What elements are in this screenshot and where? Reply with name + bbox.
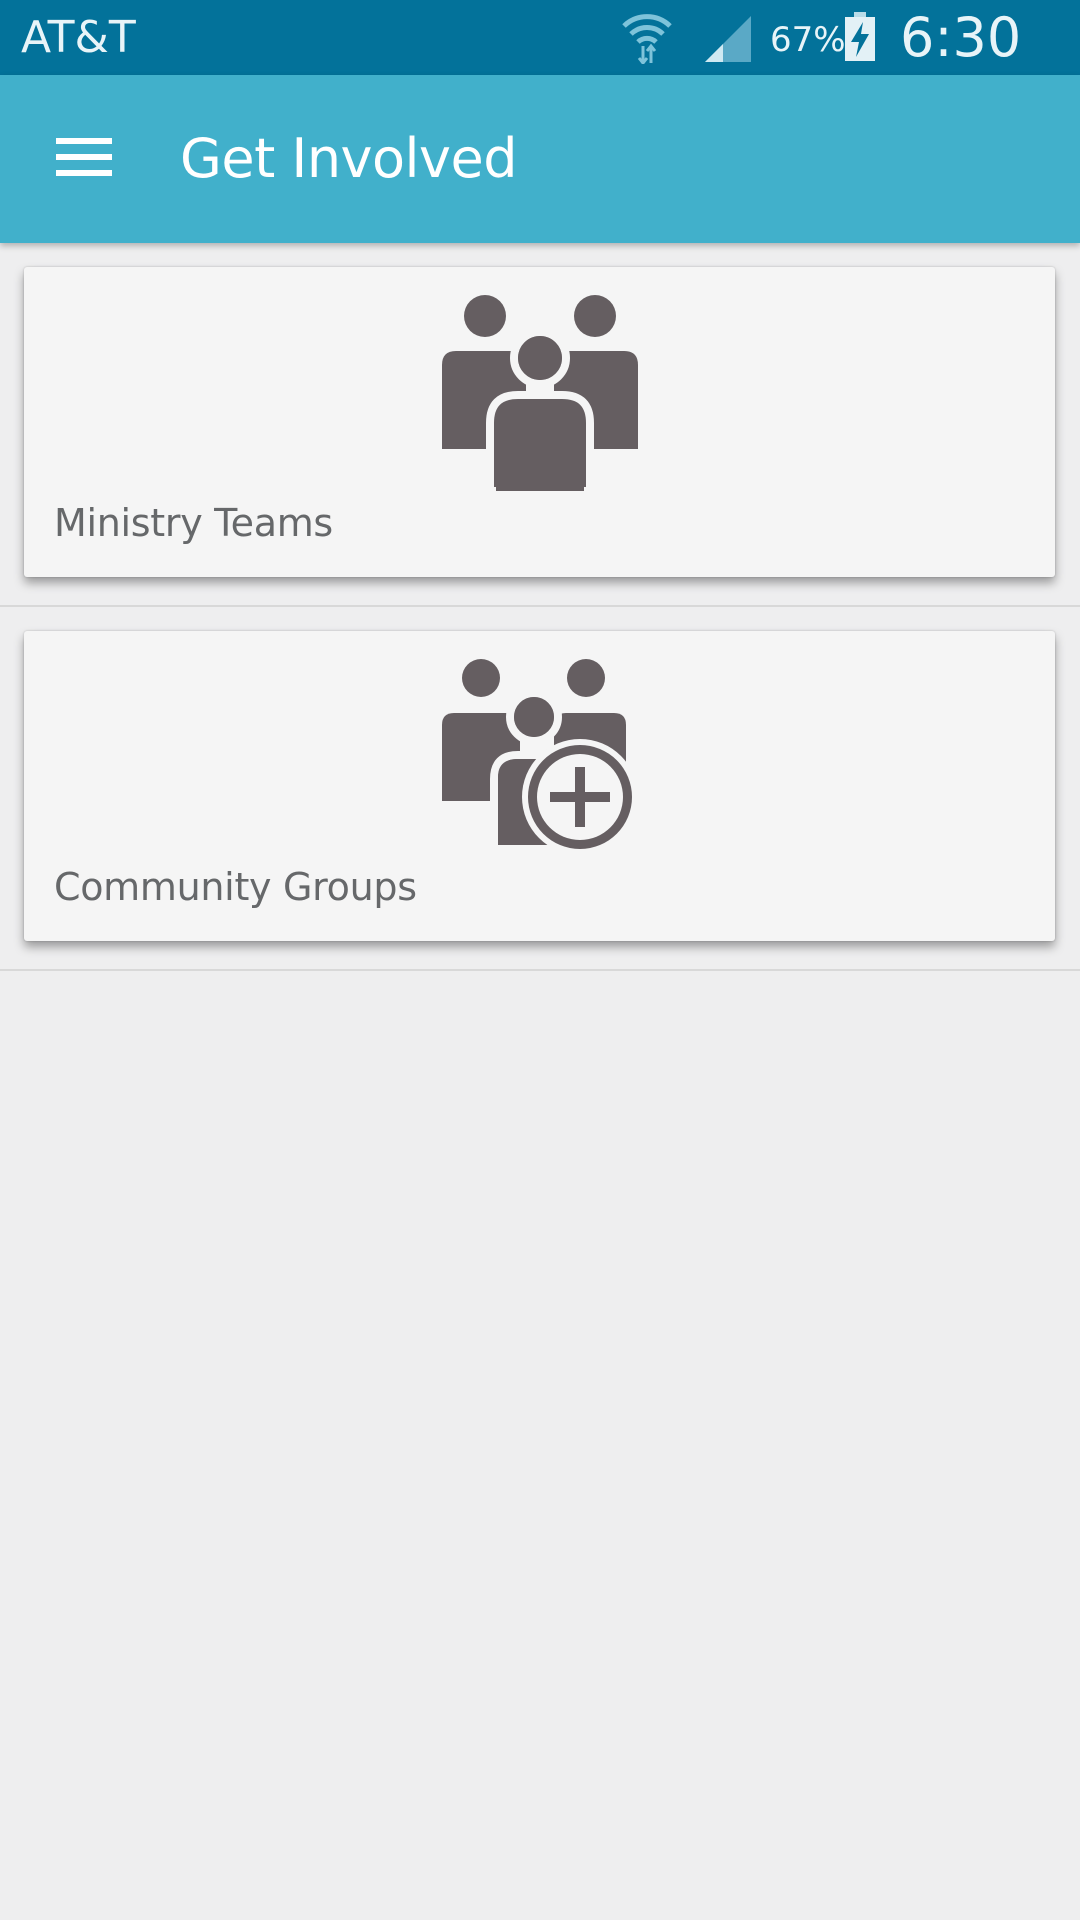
app-bar: Get Involved bbox=[0, 75, 1080, 243]
community-groups-card[interactable]: Community Groups bbox=[24, 631, 1055, 941]
page-title: Get Involved bbox=[180, 127, 518, 190]
menu-line bbox=[56, 170, 112, 176]
group-people-icon bbox=[442, 295, 638, 491]
ministry-teams-card[interactable]: Ministry Teams bbox=[24, 267, 1055, 577]
status-icons: 67% 6:30 PM bbox=[560, 0, 1080, 132]
signal-icon bbox=[705, 16, 751, 62]
battery-charging-icon bbox=[845, 12, 875, 61]
list-item: Ministry Teams bbox=[0, 243, 1080, 607]
menu-list: Ministry Teams Community Groups bbox=[0, 243, 1080, 971]
menu-line bbox=[56, 154, 112, 160]
status-bar: AT&T 67% 6:30 PM bbox=[0, 0, 1080, 132]
ministry-teams-label: Ministry Teams bbox=[54, 501, 333, 545]
menu-line bbox=[56, 138, 112, 144]
community-groups-label: Community Groups bbox=[54, 865, 417, 909]
carrier-name: AT&T bbox=[21, 12, 136, 63]
battery-percent: 67% bbox=[770, 20, 846, 60]
list-item: Community Groups bbox=[0, 607, 1080, 971]
wifi-icon bbox=[622, 14, 672, 64]
hamburger-menu-icon[interactable] bbox=[40, 121, 128, 193]
group-add-icon bbox=[442, 659, 638, 855]
